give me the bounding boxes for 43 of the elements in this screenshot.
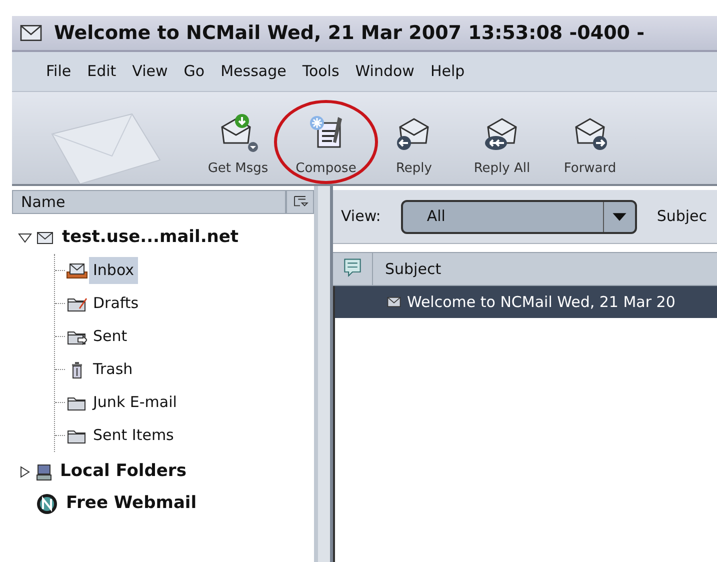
toolbar-button[interactable]: Forward [552,112,628,178]
folder-item[interactable]: Sent Items [89,422,178,449]
toolbar-button[interactable]: Reply All [464,112,540,178]
search-label: Subjec [656,206,708,228]
folder-icon [67,428,87,444]
envelope-icon [387,297,401,307]
expand-triangle-icon[interactable] [18,466,32,478]
menu-item[interactable]: Message [212,60,294,83]
drafts-folder-icon [67,296,87,312]
toolbar-button[interactable]: Reply [376,112,452,178]
menu-item[interactable]: Help [422,60,473,83]
message-subject: Welcome to NCMail Wed, 21 Mar 20 [407,292,676,313]
menu-item[interactable]: View [124,60,176,83]
folder-item[interactable]: Trash [89,356,137,383]
folder-item[interactable]: Inbox [89,257,138,284]
view-dropdown[interactable]: All [400,200,637,234]
mail-icon [20,25,42,41]
collapse-triangle-icon[interactable] [18,232,32,244]
tree-item[interactable]: test.use...mail.net [62,225,239,251]
menu-item[interactable]: Tools [294,60,348,83]
compose-button[interactable]: Compose [288,112,364,178]
menu-item[interactable]: File [38,60,80,83]
tree-item[interactable]: Local Folders [60,459,186,485]
menu-item[interactable]: Go [176,60,213,83]
globe-logo-icon [36,493,58,515]
folder-item[interactable]: Junk E-mail [89,389,181,416]
message-row[interactable]: Welcome to NCMail Wed, 21 Mar 20 [335,286,717,318]
view-label: View: [341,206,381,228]
folder-item[interactable]: Drafts [89,290,143,317]
column-picker-icon[interactable] [286,190,314,214]
inbox-icon [66,262,88,278]
window-title: Welcome to NCMail Wed, 21 Mar 2007 13:53:08 -0400 - [54,20,645,46]
toolbar-button[interactable]: Get Msgs [200,112,276,178]
menu-item[interactable]: Edit [79,60,124,83]
folder-icon [67,394,87,410]
computer-icon [36,463,52,481]
folder-item[interactable]: Sent [89,323,132,350]
column-header[interactable]: Name [12,190,286,214]
trash-icon [70,360,84,378]
mail-account-icon [36,232,54,244]
tree-item[interactable]: Free Webmail [66,491,197,517]
menu-item[interactable]: Window [347,60,422,83]
sent-folder-icon [67,328,87,344]
